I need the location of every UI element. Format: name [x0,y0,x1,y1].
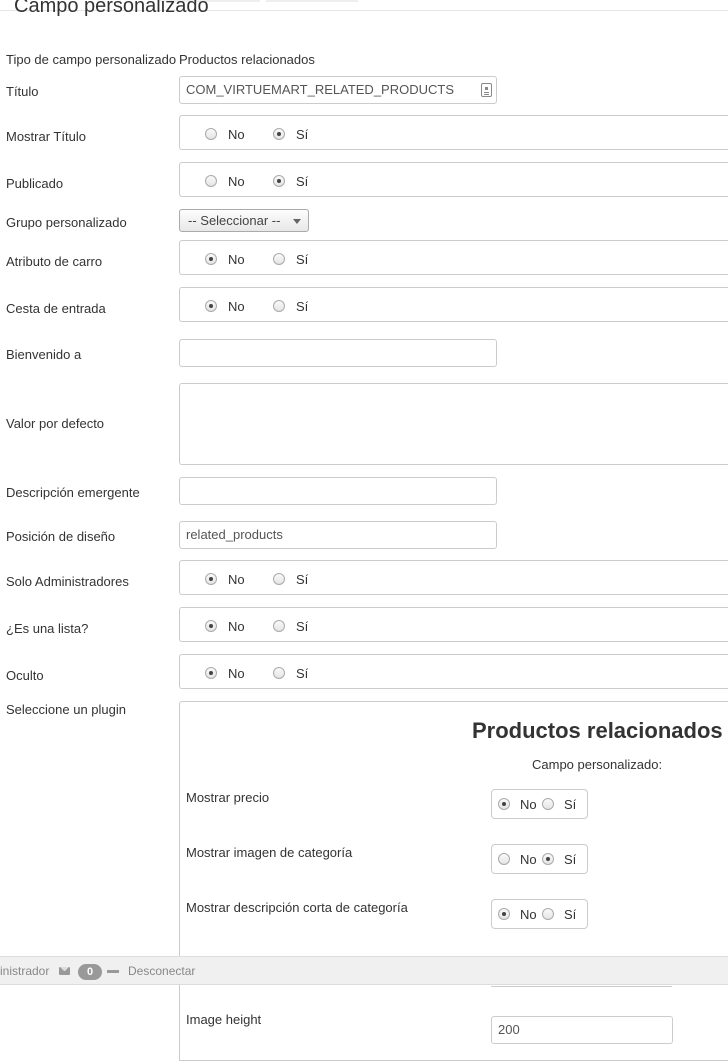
atributo-carro-radio-group: No Sí [179,240,728,275]
tipo-value: Productos relacionados [179,52,315,67]
image-height-input[interactable]: 200 [491,1016,673,1044]
cesta-entrada-label: Cesta de entrada [6,301,106,316]
solo-admin-no-radio[interactable] [205,573,217,585]
logout-link[interactable]: Desconectar [128,957,195,985]
titulo-label: Título [6,84,39,99]
atributo-carro-si-label[interactable]: Sí [296,252,308,267]
oculto-label: Oculto [6,668,44,683]
bienvenido-label: Bienvenido a [6,347,82,362]
plugin-subtitle: Campo personalizado: [532,757,663,772]
mostrar-desc-toggle: No Sí [491,899,588,929]
es-lista-no-radio[interactable] [205,620,217,632]
valor-defecto-label: Valor por defecto [6,416,105,431]
mostrar-titulo-label: Mostrar Título [6,129,86,144]
titulo-input[interactable]: COM_VIRTUEMART_RELATED_PRODUCTS [179,76,497,104]
publicado-label: Publicado [6,176,64,191]
titulo-value: COM_VIRTUEMART_RELATED_PRODUCTS [186,82,454,97]
mostrar-desc-no-radio[interactable] [498,908,510,920]
oculto-no-label[interactable]: No [228,666,245,681]
posicion-input[interactable]: related_products [179,521,497,549]
oculto-si-label[interactable]: Sí [296,666,308,681]
es-lista-si-label[interactable]: Sí [296,619,308,634]
atributo-carro-no-radio[interactable] [205,253,217,265]
es-lista-no-label[interactable]: No [228,619,245,634]
solo-admin-si-label[interactable]: Sí [296,572,308,587]
chevron-down-icon [293,219,301,224]
oculto-radio-group: No Sí [179,654,728,689]
grupo-select-value: -- Seleccionar -- [188,213,281,228]
cesta-entrada-si-radio[interactable] [273,300,285,312]
minus-icon [107,970,119,973]
es-lista-label: ¿Es una lista? [6,621,89,636]
language-icon[interactable] [481,83,492,97]
grupo-label: Grupo personalizado [6,215,127,230]
mostrar-titulo-si-radio[interactable] [273,128,285,140]
publicado-no-label[interactable]: No [228,174,245,189]
cesta-entrada-radio-group: No Sí [179,287,728,322]
es-lista-si-radio[interactable] [273,620,285,632]
solo-admin-no-label[interactable]: No [228,572,245,587]
mostrar-titulo-no-label[interactable]: No [228,127,245,142]
mostrar-desc-si-radio[interactable] [542,908,554,920]
mostrar-precio-si-label[interactable]: Sí [564,797,576,812]
messages-badge[interactable]: 0 [78,964,102,980]
plugin-title: Productos relacionados [472,718,723,743]
oculto-no-radio[interactable] [205,667,217,679]
descripcion-label: Descripción emergente [6,485,140,500]
atributo-carro-label: Atributo de carro [6,254,103,269]
mostrar-imagen-no-radio[interactable] [498,853,510,865]
user-link[interactable]: inistrador [0,957,49,985]
mostrar-precio-no-label[interactable]: No [520,797,537,812]
fieldset-title: Campo personalizado [14,0,209,17]
cesta-entrada-no-label[interactable]: No [228,299,245,314]
mostrar-titulo-no-radio[interactable] [205,128,217,140]
mostrar-desc-label: Mostrar descripción corta de categoría [186,900,408,915]
mostrar-precio-toggle: No Sí [491,789,588,819]
publicado-si-label[interactable]: Sí [296,174,308,189]
mostrar-precio-label: Mostrar precio [186,790,270,805]
cesta-entrada-no-radio[interactable] [205,300,217,312]
bienvenido-input[interactable] [179,339,497,367]
image-height-label: Image height [186,1012,262,1027]
descripcion-input[interactable] [179,477,497,505]
solo-admin-label: Solo Administradores [6,574,129,589]
solo-admin-radio-group: No Sí [179,560,728,595]
mostrar-imagen-toggle: No Sí [491,844,588,874]
solo-admin-si-radio[interactable] [273,573,285,585]
oculto-si-radio[interactable] [273,667,285,679]
mostrar-imagen-label: Mostrar imagen de categoría [186,845,353,860]
mail-icon[interactable] [59,967,70,975]
grupo-select[interactable]: -- Seleccionar -- [179,209,309,232]
mostrar-precio-si-radio[interactable] [542,798,554,810]
atributo-carro-si-radio[interactable] [273,253,285,265]
cesta-entrada-si-label[interactable]: Sí [296,299,308,314]
mostrar-desc-si-label[interactable]: Sí [564,907,576,922]
posicion-label: Posición de diseño [6,529,116,544]
valor-defecto-textarea[interactable] [179,383,728,465]
mostrar-precio-no-radio[interactable] [498,798,510,810]
mostrar-imagen-si-label[interactable]: Sí [564,852,576,867]
legend-tab-right [266,0,358,2]
es-lista-radio-group: No Sí [179,607,728,642]
publicado-radio-group: No Sí [179,162,728,197]
plugin-label: Seleccione un plugin [6,702,126,717]
status-bar: inistrador 0 Desconectar [0,956,728,985]
publicado-si-radio[interactable] [273,175,285,187]
atributo-carro-no-label[interactable]: No [228,252,245,267]
hidden-input-edge [491,986,672,987]
mostrar-desc-no-label[interactable]: No [520,907,537,922]
tipo-label: Tipo de campo personalizado [6,52,177,67]
plugin-panel: Productos relacionados Campo personaliza… [179,701,728,1061]
mostrar-imagen-si-radio[interactable] [542,853,554,865]
mostrar-imagen-no-label[interactable]: No [520,852,537,867]
mostrar-titulo-radio-group: No Sí [179,115,728,150]
publicado-no-radio[interactable] [205,175,217,187]
mostrar-titulo-si-label[interactable]: Sí [296,127,308,142]
